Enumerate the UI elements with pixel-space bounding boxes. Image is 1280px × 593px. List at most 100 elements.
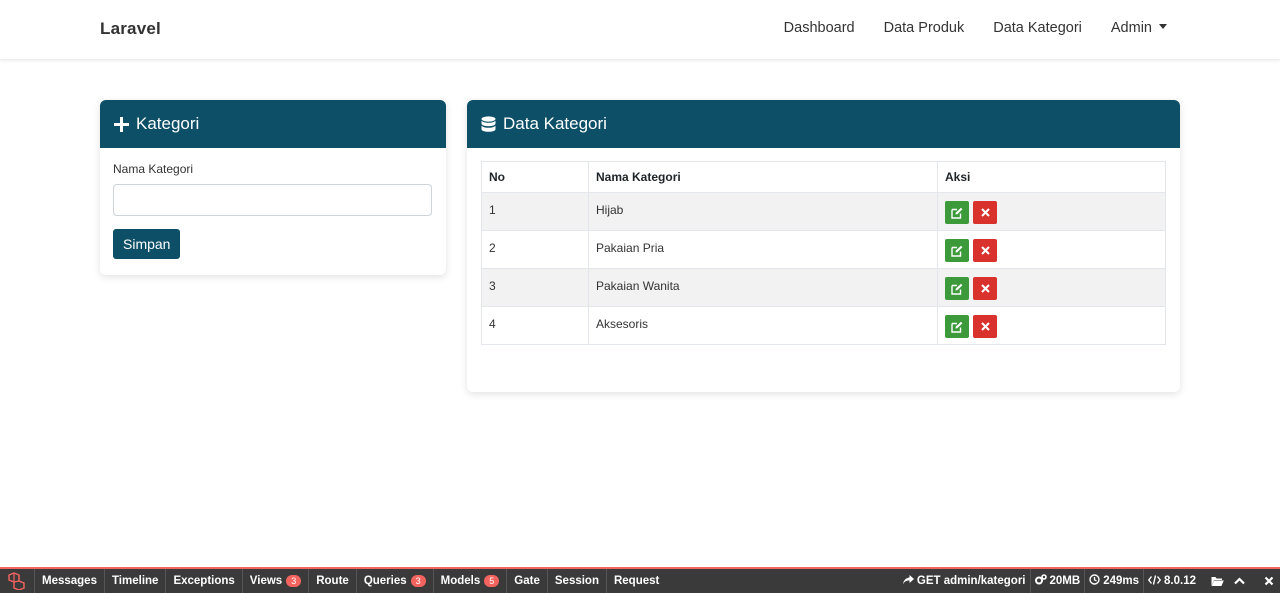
debugbar-status: GET admin/kategori 20MB 249ms 8.0.12 <box>899 569 1280 593</box>
debugbar-tab-label: Gate <box>514 575 540 587</box>
code-icon <box>1147 574 1162 588</box>
category-table: No Nama Kategori Aksi 1 Hijab 2 Pakaian Pr… <box>481 161 1166 345</box>
add-category-title: Kategori <box>136 114 200 133</box>
add-category-card: Kategori Nama Kategori Simpan <box>100 100 446 275</box>
table-row: 4 Aksesoris <box>481 306 1166 345</box>
debugbar: Messages Timeline Exceptions Views 3 Route Que… <box>0 567 1280 593</box>
debugbar-tab-label: Views <box>249 575 283 587</box>
debugbar-tab-route[interactable]: Route <box>308 569 356 593</box>
debugbar-tab-request[interactable]: Request <box>605 569 666 593</box>
laravel-logo-icon[interactable] <box>0 569 34 593</box>
row-actions <box>937 230 1166 269</box>
debugbar-tab-label: Timeline <box>111 575 159 587</box>
share-icon <box>902 574 914 588</box>
database-icon <box>481 115 496 133</box>
table-row: 1 Hijab <box>481 192 1166 231</box>
debugbar-tab-label: Route <box>316 575 349 587</box>
table-row: 2 Pakaian Pria <box>481 230 1166 269</box>
category-data-header: Data Kategori <box>467 100 1180 148</box>
table-row: 3 Pakaian Wanita <box>481 268 1166 307</box>
delete-button[interactable] <box>973 239 998 262</box>
caret-down-icon <box>1159 23 1167 29</box>
category-form: Nama Kategori Simpan <box>100 148 446 273</box>
nav-dashboard[interactable]: Dashboard <box>784 20 855 36</box>
row-actions <box>937 192 1166 231</box>
times-icon <box>981 246 990 255</box>
debugbar-tab-queries[interactable]: Queries 3 <box>355 569 433 593</box>
table-wrapper: No Nama Kategori Aksi 1 Hijab 2 Pakaian Pr… <box>467 148 1180 358</box>
category-name-label: Nama Kategori <box>113 162 194 176</box>
row-no: 4 <box>481 306 589 345</box>
edit-icon <box>951 283 963 295</box>
debugbar-tab-badge: 5 <box>484 575 500 587</box>
open-folder-icon[interactable] <box>1206 569 1228 593</box>
delete-button[interactable] <box>973 277 998 300</box>
row-no: 3 <box>481 268 589 307</box>
debugbar-tab-label: Request <box>613 575 660 587</box>
chevron-up-icon[interactable] <box>1228 569 1250 593</box>
debugbar-tab-models[interactable]: Models 5 <box>432 569 507 593</box>
nav-links: Dashboard Data Produk Data Kategori Admi… <box>784 20 1167 36</box>
debugbar-tabs: Messages Timeline Exceptions Views 3 Route Que… <box>34 569 666 593</box>
table-header-row: No Nama Kategori Aksi <box>481 161 1166 193</box>
edit-icon <box>951 245 963 257</box>
clock-icon <box>1089 574 1100 588</box>
route-stat[interactable]: GET admin/kategori <box>899 569 1030 593</box>
row-category-name: Hijab <box>588 192 938 231</box>
debugbar-tab-timeline[interactable]: Timeline <box>103 569 165 593</box>
debugbar-tab-badge: 3 <box>410 575 426 587</box>
debugbar-tab-label: Messages <box>42 575 97 587</box>
row-category-name: Pakaian Wanita <box>588 268 938 307</box>
debugbar-tab-label: Models <box>440 575 481 587</box>
debugbar-tab-messages[interactable]: Messages <box>34 569 104 593</box>
save-button[interactable]: Simpan <box>113 229 181 259</box>
nav-data-produk[interactable]: Data Produk <box>884 20 965 36</box>
col-no: No <box>481 161 589 193</box>
delete-button[interactable] <box>973 315 998 338</box>
plus-icon <box>114 116 129 132</box>
nav-data-kategori[interactable]: Data Kategori <box>993 20 1082 36</box>
edit-button[interactable] <box>945 201 969 224</box>
php-version-text: 8.0.12 <box>1164 575 1196 587</box>
edit-button[interactable] <box>945 239 969 262</box>
edit-button[interactable] <box>945 277 969 300</box>
col-nama-kategori: Nama Kategori <box>588 161 938 193</box>
row-no: 1 <box>481 192 589 231</box>
time-stat[interactable]: 249ms <box>1084 569 1143 593</box>
time-text: 249ms <box>1103 575 1140 587</box>
debugbar-tab-label: Session <box>554 575 599 587</box>
route-text: GET admin/kategori <box>916 575 1026 587</box>
add-category-header: Kategori <box>100 100 446 148</box>
debugbar-tab-views[interactable]: Views 3 <box>241 569 308 593</box>
cogs-icon <box>1034 574 1047 588</box>
category-name-input[interactable] <box>113 184 432 216</box>
col-aksi: Aksi <box>937 161 1166 193</box>
debugbar-tab-session[interactable]: Session <box>546 569 606 593</box>
debugbar-tab-gate[interactable]: Gate <box>506 569 547 593</box>
memory-stat[interactable]: 20MB <box>1029 569 1085 593</box>
edit-icon <box>951 207 963 219</box>
brand-logo[interactable]: Laravel <box>100 19 161 39</box>
php-version-stat[interactable]: 8.0.12 <box>1143 569 1200 593</box>
category-data-card: Data Kategori No Nama Kategori Aksi 1 Hij… <box>467 100 1180 392</box>
debugbar-tab-label: Queries <box>363 575 407 587</box>
row-category-name: Pakaian Pria <box>588 230 938 269</box>
close-icon[interactable] <box>1258 569 1280 593</box>
debugbar-tab-label: Exceptions <box>173 575 235 587</box>
navbar: Laravel Dashboard Data Produk Data Kateg… <box>0 0 1280 60</box>
times-icon <box>981 208 990 217</box>
times-icon <box>981 284 990 293</box>
row-category-name: Aksesoris <box>588 306 938 345</box>
row-actions <box>937 306 1166 345</box>
debugbar-tab-badge: 3 <box>286 575 302 587</box>
debugbar-tab-exceptions[interactable]: Exceptions <box>165 569 241 593</box>
memory-text: 20MB <box>1049 575 1081 587</box>
row-actions <box>937 268 1166 307</box>
delete-button[interactable] <box>973 201 998 224</box>
row-no: 2 <box>481 230 589 269</box>
category-data-title: Data Kategori <box>503 114 607 133</box>
times-icon <box>981 322 990 331</box>
edit-button[interactable] <box>945 315 969 338</box>
nav-admin-dropdown[interactable]: Admin <box>1111 20 1167 36</box>
admin-label: Admin <box>1110 20 1152 36</box>
